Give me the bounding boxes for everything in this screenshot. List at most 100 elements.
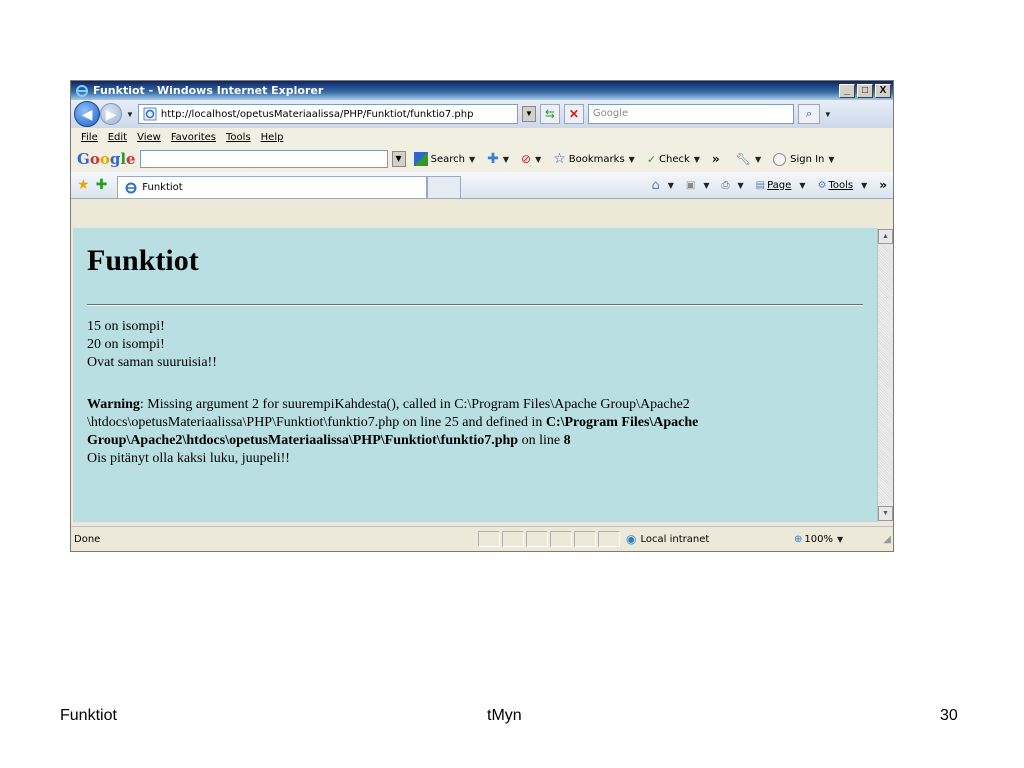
google-search-dropdown[interactable]: ▼ xyxy=(391,151,406,167)
warning-line-number: 8 xyxy=(563,433,571,448)
tab-title: Funktiot xyxy=(142,182,183,193)
back-button[interactable]: ◀ xyxy=(74,101,100,127)
page-menu-button[interactable]: Page xyxy=(767,180,791,191)
menu-favorites[interactable]: Favorites xyxy=(171,132,216,143)
slide-page-number: 30 xyxy=(940,707,958,724)
page-icon xyxy=(143,107,157,121)
stop-button[interactable]: ✕ xyxy=(563,104,584,124)
tools-gear-icon: ⚙ xyxy=(817,179,827,191)
maximize-button[interactable]: □ xyxy=(857,83,873,98)
output-line: 20 on isompi! xyxy=(87,337,165,352)
google-g-icon xyxy=(413,152,428,166)
chevron-down-icon: ▼ xyxy=(861,180,868,190)
chevron-down-icon: ▼ xyxy=(628,154,635,164)
google-add-button[interactable]: ✚ ▼ xyxy=(487,151,513,167)
zoom-level: 100% xyxy=(804,533,833,545)
google-toolbar: Google ▼ Search ▼ ✚ ▼ ⊘ ▼ ☆ Bookmarks ▼ ✓ Chec… xyxy=(71,146,893,173)
ie-logo-icon xyxy=(76,84,88,97)
address-field[interactable]: http://localhost/opetusMateriaalissa/PHP… xyxy=(137,104,518,124)
sign-in-button[interactable]: Sign In ▼ xyxy=(773,152,838,166)
feeds-icon[interactable]: ▣ xyxy=(686,180,695,191)
output-lines: 15 on isompi! 20 on isompi! Ovat saman s… xyxy=(87,318,217,372)
final-output-line: Ois pitänyt olla kaksi luku, juupeli!! xyxy=(87,451,290,466)
vertical-scrollbar[interactable]: ▲ ▼ xyxy=(877,228,893,522)
add-favorite-icon[interactable]: ✚ xyxy=(96,177,108,193)
address-dropdown-button[interactable]: ▼ xyxy=(521,106,536,122)
forward-arrow-icon: ▶ xyxy=(105,106,117,122)
zoom-control[interactable]: ⊕ 100% ▼ xyxy=(794,534,847,545)
status-pane xyxy=(478,531,500,547)
menu-help[interactable]: Help xyxy=(261,132,284,143)
menu-view[interactable]: View xyxy=(137,132,161,143)
chevron-down-icon: ▼ xyxy=(535,154,542,164)
zoom-icon: ⊕ xyxy=(794,533,803,545)
slide-footer-title: Funktiot xyxy=(60,707,117,724)
status-pane xyxy=(502,531,524,547)
google-search-input[interactable] xyxy=(139,150,388,168)
spell-check-icon: ✓ xyxy=(646,152,657,166)
history-dropdown-icon[interactable]: ▼ xyxy=(126,110,134,119)
search-options-dropdown-icon[interactable]: ▼ xyxy=(824,110,832,119)
close-button[interactable]: X xyxy=(875,83,891,98)
wrench-button[interactable]: 🔧︎ ▼ xyxy=(736,152,765,166)
ie-page-icon xyxy=(125,182,137,193)
chevron-down-icon: ▼ xyxy=(703,180,710,190)
status-pane xyxy=(550,531,572,547)
status-bar: Done ◉ Local intranet ⊕ 100% ▼ ◢ xyxy=(71,526,893,551)
chevron-down-icon: ▼ xyxy=(468,154,476,164)
menu-tools[interactable]: Tools xyxy=(226,132,251,143)
google-search-button[interactable]: Search ▼ xyxy=(413,152,480,166)
status-pane xyxy=(574,531,596,547)
popup-blocker-button[interactable]: ⊘ ▼ xyxy=(521,152,545,166)
home-icon[interactable]: ⌂ xyxy=(651,178,659,193)
refresh-icon: ⇆ xyxy=(544,107,555,121)
spell-check-button[interactable]: ✓ Check ▼ xyxy=(647,153,704,166)
title-bar: Funktiot - Windows Internet Explorer _ □… xyxy=(71,81,893,100)
google-search-label: Search xyxy=(430,153,465,165)
search-icon: ⌕ xyxy=(805,108,812,120)
menu-bar: File Edit View Favorites Tools Help xyxy=(71,128,893,146)
bookmarks-button[interactable]: ☆ Bookmarks ▼ xyxy=(553,151,639,167)
warning-label: Warning xyxy=(87,397,140,412)
sign-in-circle-icon xyxy=(773,152,787,166)
favorites-star-icon[interactable]: ★ xyxy=(77,177,90,193)
search-button[interactable]: ⌕ xyxy=(797,104,820,124)
chevron-down-icon: ▼ xyxy=(828,154,835,164)
chevron-down-icon: ▼ xyxy=(693,154,700,164)
tab-bar: ★ ✚ Funktiot ⌂ ▼ ▣ ▼ ⎙ ▼ ▤ Page ▼ ⚙ Tools ▼ » xyxy=(71,172,893,199)
more-tools-button[interactable]: » xyxy=(712,152,720,166)
new-tab-button[interactable] xyxy=(427,176,462,198)
slide-footer-author: tMyn xyxy=(487,707,522,724)
php-warning: Warning: Missing argument 2 for suurempi… xyxy=(87,396,847,468)
tools-menu-button[interactable]: Tools xyxy=(828,180,853,191)
sign-in-label: Sign In xyxy=(790,153,825,165)
stop-icon: ✕ xyxy=(568,107,579,121)
print-icon[interactable]: ⎙ xyxy=(721,180,729,191)
warning-text-line: on line xyxy=(518,433,564,448)
tab-funktiot[interactable]: Funktiot xyxy=(117,176,428,198)
security-zone[interactable]: ◉ Local intranet xyxy=(626,532,786,546)
chevron-down-icon: ▼ xyxy=(754,154,762,164)
scroll-up-button[interactable]: ▲ xyxy=(878,229,893,244)
chevron-down-icon: ▼ xyxy=(667,180,674,190)
resize-grip-icon[interactable]: ◢ xyxy=(883,534,891,545)
forward-button[interactable]: ▶ xyxy=(100,103,122,125)
refresh-button[interactable]: ⇆ xyxy=(539,104,560,124)
address-toolbar: ◀ ▶ ▼ http://localhost/opetusMateriaalis… xyxy=(71,100,893,128)
chevron-down-icon: ▼ xyxy=(836,534,844,544)
page-content: Funktiot 15 on isompi! 20 on isompi! Ova… xyxy=(73,228,877,522)
scroll-down-button[interactable]: ▼ xyxy=(878,506,893,521)
popup-blocker-icon: ⊘ xyxy=(521,152,532,166)
menu-file[interactable]: File xyxy=(81,132,98,143)
page-menu-icon: ▤ xyxy=(755,179,766,191)
status-pane xyxy=(526,531,548,547)
check-label: Check xyxy=(659,153,690,165)
command-bar: ⌂ ▼ ▣ ▼ ⎙ ▼ ▤ Page ▼ ⚙ Tools ▼ » xyxy=(643,178,887,193)
minimize-button[interactable]: _ xyxy=(839,83,855,98)
intranet-globe-icon: ◉ xyxy=(626,532,637,546)
plus-icon: ✚ xyxy=(487,151,499,167)
chevron-down-icon: ▼ xyxy=(799,180,806,190)
menu-edit[interactable]: Edit xyxy=(108,132,127,143)
search-input[interactable]: Google xyxy=(587,104,794,124)
command-more-button[interactable]: » xyxy=(879,178,887,192)
